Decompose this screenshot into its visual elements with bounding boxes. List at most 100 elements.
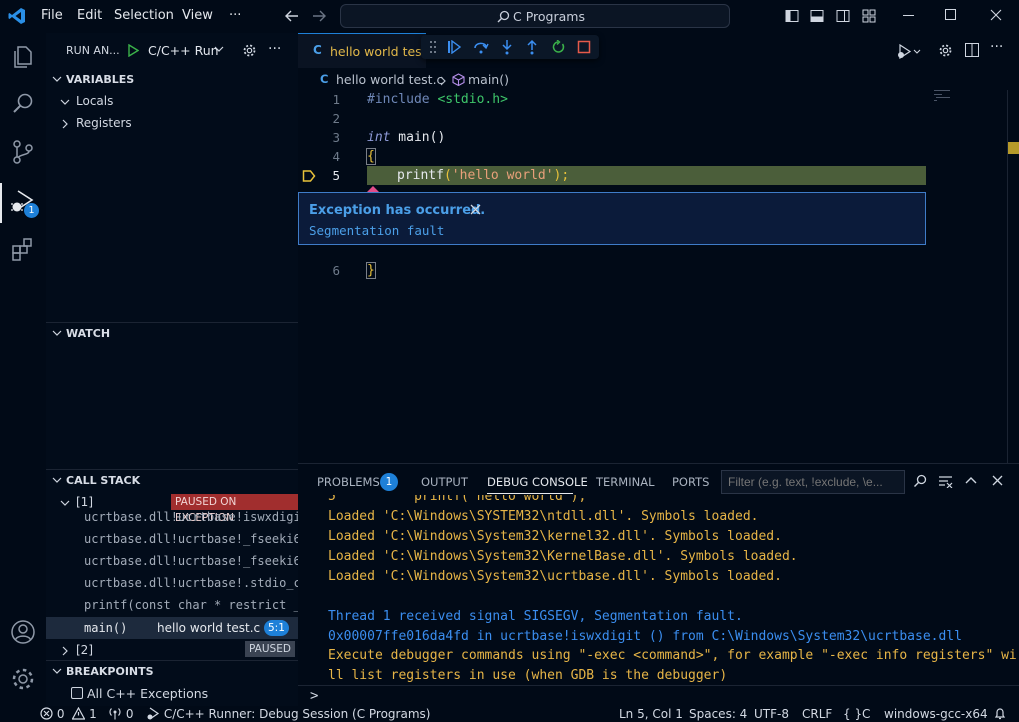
callstack-section-header[interactable]: CALL STACK [46,469,298,491]
debug-session-status[interactable]: C/C++ Runner: Debug Session (C Programs) [146,707,430,721]
cursor-position[interactable]: Ln 5, Col 1 [619,707,683,721]
warning-icon [72,707,86,720]
current-exception-pointer-icon [302,169,316,183]
menu-more[interactable]: ··· [229,8,241,23]
forward-arrow-icon[interactable] [312,9,326,23]
breadcrumb-c-icon: C [320,72,329,86]
menu-file[interactable]: File [41,8,63,23]
chevron-down-icon[interactable] [214,46,224,53]
explorer-icon[interactable] [9,43,37,71]
clear-console-icon[interactable] [938,475,953,488]
toggle-panel-icon[interactable] [810,9,824,23]
language-mode[interactable]: C [862,707,870,721]
menu-selection[interactable]: Selection [114,8,174,23]
breakpoints-section-header[interactable]: BREAKPOINTS [46,660,298,682]
active-tab-underline [487,493,573,494]
close-window-icon[interactable] [990,9,1002,21]
maximize-panel-icon[interactable] [965,476,977,484]
gear-icon[interactable] [9,665,37,693]
stack-frame[interactable]: ucrtbase.dll!ucrtbase!_fseeki64 [84,554,298,568]
code-line-3[interactable]: int main() [367,130,445,145]
code-line-6[interactable]: } [366,262,376,279]
account-icon[interactable] [9,618,37,646]
debug-badge: 1 [24,203,39,218]
end-of-line[interactable]: CRLF [802,707,832,721]
close-icon[interactable] [470,204,481,215]
debug-settings-gear-icon[interactable] [242,43,257,58]
tab-terminal[interactable]: TERMINAL [596,475,654,489]
split-editor-icon[interactable] [965,43,979,57]
stack-frame[interactable]: ucrtbase.dll!ucrtbase!.stdio_c [84,576,298,590]
customize-layout-icon[interactable] [862,9,876,23]
filter-search-icon[interactable] [913,474,927,488]
toggle-primary-sidebar-icon[interactable] [785,9,799,23]
tab-output[interactable]: OUTPUT [421,475,468,489]
activity-bar: 1 [0,33,46,706]
run-debug-file-icon[interactable] [897,44,921,59]
step-out-icon[interactable] [525,39,539,55]
extensions-icon[interactable] [9,236,37,264]
compiler-config[interactable]: windows-gcc-x64 [884,707,988,721]
code-line-4[interactable]: { [366,148,376,165]
restart-icon[interactable] [551,40,565,54]
code-line-1[interactable]: #include <stdio.h> [367,92,508,107]
debug-console-output[interactable]: 5 printf('hello world'); Loaded 'C:\Wind… [298,495,1019,685]
paused-on-exception-badge: PAUSED ON EXCEPTION [171,494,298,524]
watch-section-header[interactable]: WATCH [46,322,298,344]
selected-stack-frame[interactable]: main() hello world test.c 5:1 [46,617,298,639]
thread-2[interactable]: [2] [60,643,93,657]
status-bar: 0 1 0 C/C++ Runner: Debug Session (C Pro… [0,706,1019,722]
indentation[interactable]: Spaces: 4 [689,707,747,721]
registers-scope[interactable]: Registers [60,116,132,130]
maximize-window-icon[interactable] [945,9,957,21]
editor-tab-active[interactable]: C hello world test.c [298,33,437,68]
back-arrow-icon[interactable] [285,9,299,23]
step-over-icon[interactable] [473,40,489,54]
more-actions-icon[interactable]: ··· [268,41,281,57]
console-filter-input[interactable] [721,470,905,494]
debug-config-select[interactable]: C/C++ Run [148,43,219,58]
error-count: 0 [56,707,65,721]
start-debugging-icon[interactable] [127,44,139,57]
continue-icon[interactable] [447,40,461,54]
menu-view[interactable]: View [182,8,213,23]
tab-problems[interactable]: PROBLEMS [317,475,380,489]
locals-scope[interactable]: Locals [60,94,113,108]
command-center-search[interactable]: C Programs [340,4,730,28]
menu-edit[interactable]: Edit [77,8,102,23]
all-cpp-exceptions-label: All C++ Exceptions [87,686,209,701]
vscode-logo-icon[interactable] [8,7,26,25]
minimize-window-icon[interactable] [903,15,915,17]
notifications-bell-icon[interactable] [994,707,1006,720]
toggle-secondary-sidebar-icon[interactable] [836,9,850,23]
stop-icon[interactable] [577,40,591,54]
encoding[interactable]: UTF-8 [754,707,789,721]
breadcrumb-symbol[interactable]: main() [468,72,509,87]
tab-ports[interactable]: PORTS [672,475,709,489]
ports-status[interactable]: 0 [108,707,133,721]
variables-section-header[interactable]: VARIABLES [46,69,298,91]
console-input[interactable]: > [298,685,1019,707]
editor-settings-gear-icon[interactable] [938,43,953,58]
drag-handle-icon[interactable] [429,40,437,54]
stack-frame[interactable]: ucrtbase.dll!ucrtbase!iswxdigit [84,510,298,524]
editor-scrollbar[interactable] [1007,90,1019,463]
close-panel-icon[interactable] [992,475,1003,486]
problems-status[interactable]: 0 1 [40,707,97,721]
close-paren: ); [553,168,570,183]
search-view-icon[interactable] [9,90,37,118]
step-into-icon[interactable] [500,39,514,55]
editor-more-actions-icon[interactable]: ··· [990,39,1003,55]
console-line: Execute debugger commands using "-exec <… [328,648,1017,663]
tab-debug-console[interactable]: DEBUG CONSOLE [487,475,588,489]
source-control-icon[interactable] [9,138,37,166]
main-frame-name: main() [84,621,128,635]
code-line-5[interactable]: printf('hello world'); [397,168,569,183]
breakpoints-title: BREAKPOINTS [66,665,154,678]
thread-1[interactable]: [1] [60,495,93,509]
minimap[interactable] [934,90,954,104]
stack-frame[interactable]: printf(const char * restrict _ [84,598,298,612]
breadcrumb-file[interactable]: hello world test.c [336,72,443,87]
all-cpp-exceptions-checkbox[interactable] [71,687,83,699]
stack-frame[interactable]: ucrtbase.dll!ucrtbase!_fseeki64 [84,532,298,546]
